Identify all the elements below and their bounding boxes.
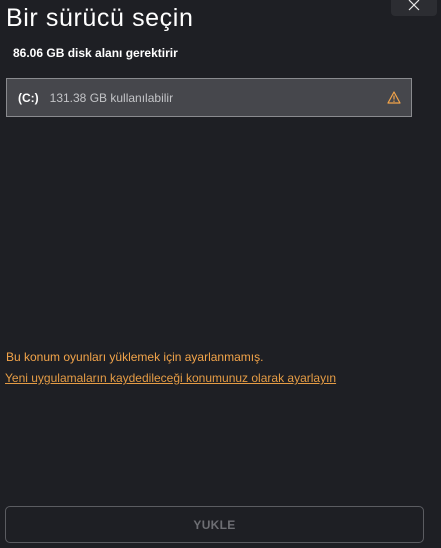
location-warning-text: Bu konum oyunları yüklemek için ayarlanm… [6, 350, 264, 364]
required-space-text: 86.06 GB disk alanı gerektirir [13, 46, 178, 60]
dialog-title: Bir sürücü seçin [6, 4, 194, 32]
warning-icon [387, 91, 401, 104]
install-button[interactable]: YUKLE [5, 506, 424, 543]
drive-free-space: 131.38 GB kullanılabilir [49, 90, 174, 105]
close-icon [408, 0, 420, 11]
drive-option-c[interactable]: (C:) 131.38 GB kullanılabilir [6, 78, 412, 117]
install-button-label: YUKLE [193, 517, 236, 532]
set-default-location-link[interactable]: Yeni uygulamaların kaydedileceği konumun… [5, 371, 336, 385]
drive-letter: (C:) [18, 90, 39, 105]
close-button[interactable] [391, 0, 437, 16]
